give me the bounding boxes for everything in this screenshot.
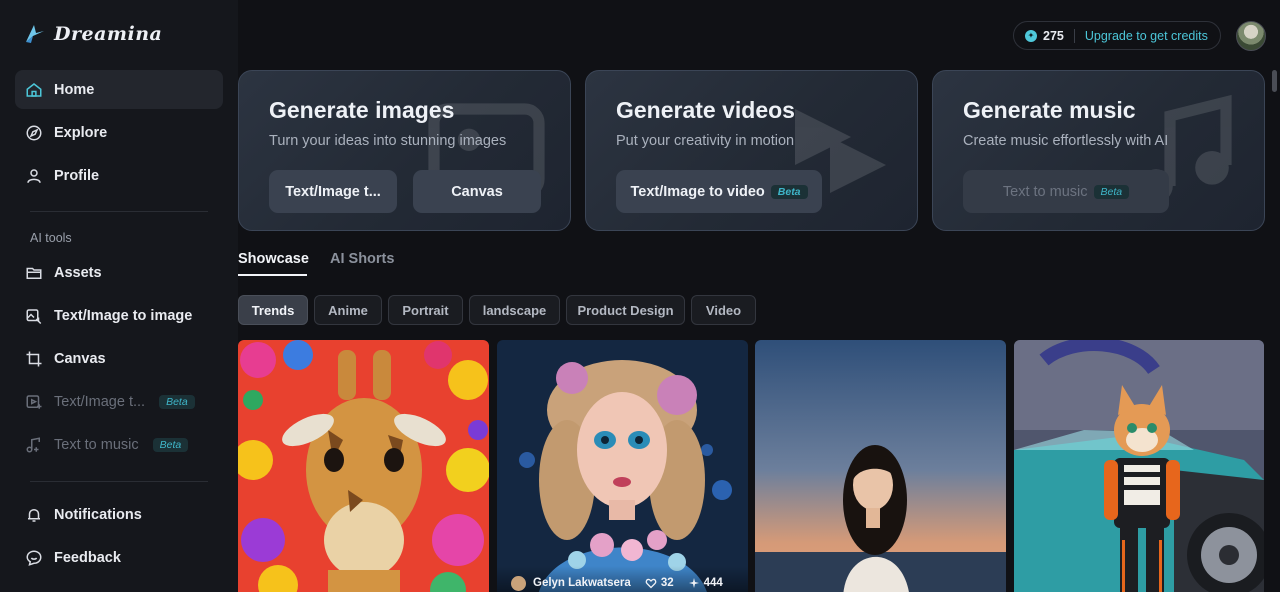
sidebar-item-label: Assets (54, 264, 102, 281)
beach-portrait-image (755, 340, 1006, 592)
credit-coin-icon: ✦ (1025, 29, 1037, 42)
tab-ai-shorts[interactable]: AI Shorts (330, 251, 394, 267)
music-note-icon (25, 436, 43, 454)
text-image-to-video-button[interactable]: Text/Image to video Beta (616, 170, 822, 213)
sidebar-item-home[interactable]: Home (15, 70, 223, 109)
text-image-to-image-button[interactable]: Text/Image t... (269, 170, 397, 213)
card-subtitle: Put your creativity in motion (616, 133, 795, 149)
video-icon (25, 393, 43, 411)
credit-count: 275 (1043, 28, 1064, 43)
bell-icon (25, 506, 43, 524)
author-avatar[interactable] (511, 575, 526, 591)
beta-badge: Beta (152, 437, 189, 452)
dreamina-logo-icon (26, 25, 44, 43)
compass-icon (25, 124, 43, 142)
brand-name: Dreamina (54, 23, 163, 45)
sidebar-item-label: Explore (54, 124, 108, 141)
active-tab-indicator (238, 274, 307, 276)
likes-stat[interactable]: 32 (645, 577, 674, 589)
button-label: Text to music (1002, 183, 1088, 200)
image-edit-icon (25, 307, 43, 325)
credits-pill[interactable]: ✦ 275 Upgrade to get credits (1013, 21, 1221, 50)
page-scrollbar[interactable] (1272, 70, 1277, 92)
tab-showcase[interactable]: Showcase (238, 251, 309, 267)
gallery-item-beach-portrait[interactable] (755, 340, 1006, 592)
giraffe-image (238, 340, 489, 592)
sidebar-item-profile[interactable]: Profile (15, 156, 223, 195)
card-subtitle: Create music effortlessly with AI (963, 133, 1169, 149)
doll-portrait-image (497, 340, 748, 592)
sidebar-item-notifications[interactable]: Notifications (15, 495, 223, 534)
feedback-icon (25, 549, 43, 567)
gallery-item-giraffe[interactable] (238, 340, 489, 592)
filter-trends[interactable]: Trends (238, 295, 308, 325)
main-nav: Home Explore Profile (15, 70, 223, 199)
sidebar-item-label: Profile (54, 167, 100, 184)
footer-nav: Notifications Feedback (15, 495, 223, 581)
image-meta-overlay: Gelyn Lakwatsera 32 444 (497, 566, 748, 592)
uses-count: 444 (703, 577, 723, 589)
tools-nav: Assets Text/Image to image Canvas Text/I… (15, 253, 223, 468)
sidebar-divider (30, 211, 208, 212)
filter-portrait[interactable]: Portrait (388, 295, 463, 325)
section-label-ai-tools: AI tools (30, 231, 72, 245)
beta-badge: Beta (159, 394, 195, 409)
sidebar-item-text-image-to-image[interactable]: Text/Image to image (15, 296, 223, 335)
sidebar-item-label: Canvas (54, 350, 106, 367)
author-name[interactable]: Gelyn Lakwatsera (533, 577, 631, 589)
likes-count: 32 (660, 577, 674, 589)
sparkle-icon (688, 578, 699, 588)
filter-landscape[interactable]: landscape (469, 295, 560, 325)
user-avatar[interactable] (1236, 21, 1266, 51)
filter-anime[interactable]: Anime (314, 295, 382, 325)
card-title: Generate videos (616, 97, 795, 123)
sidebar-item-assets[interactable]: Assets (15, 253, 223, 292)
sidebar-item-feedback[interactable]: Feedback (15, 538, 223, 577)
filter-product-design[interactable]: Product Design (566, 295, 685, 325)
canvas-button[interactable]: Canvas (413, 170, 541, 213)
filter-video[interactable]: Video (691, 295, 756, 325)
gallery-item-doll-portrait[interactable]: Gelyn Lakwatsera 32 444 (497, 340, 748, 592)
sidebar-item-label: Text/Image to image (54, 307, 193, 324)
folder-icon (25, 264, 43, 282)
card-generate-videos: Generate videos Put your creativity in m… (585, 70, 918, 231)
beta-badge: Beta (1093, 184, 1130, 199)
sidebar-item-canvas[interactable]: Canvas (15, 339, 223, 378)
sidebar-divider (30, 481, 208, 482)
crop-icon (25, 350, 43, 368)
beta-badge: Beta (770, 184, 808, 199)
sidebar-item-label: Feedback (54, 549, 121, 566)
card-generate-music: Generate music Create music effortlessly… (932, 70, 1265, 231)
logo[interactable]: Dreamina (22, 22, 162, 46)
card-subtitle: Turn your ideas into stunning images (269, 133, 507, 149)
upgrade-link[interactable]: Upgrade to get credits (1085, 29, 1208, 43)
cat-car-image (1014, 340, 1264, 592)
sidebar-item-label: Text/Image t... (54, 393, 146, 410)
sidebar-item-label: Notifications (54, 506, 142, 523)
sidebar-item-text-image-to-video[interactable]: Text/Image t... Beta (15, 382, 223, 421)
sidebar: Dreamina Home Explore Profile AI tools A… (0, 0, 238, 592)
sidebar-item-label: Home (54, 81, 95, 98)
card-title: Generate images (269, 97, 455, 123)
text-to-music-button[interactable]: Text to music Beta (963, 170, 1169, 213)
heart-icon (645, 578, 657, 589)
sidebar-item-label: Text to music (54, 436, 139, 453)
card-generate-images: Generate images Turn your ideas into stu… (238, 70, 571, 231)
uses-stat[interactable]: 444 (688, 577, 723, 589)
card-title: Generate music (963, 97, 1136, 123)
home-icon (25, 81, 43, 99)
sidebar-item-text-to-music[interactable]: Text to music Beta (15, 425, 223, 464)
user-icon (25, 167, 43, 185)
credit-divider (1073, 28, 1075, 43)
gallery-item-cat-car[interactable] (1014, 340, 1264, 592)
sidebar-item-explore[interactable]: Explore (15, 113, 223, 152)
button-label: Text/Image to video (630, 183, 765, 200)
